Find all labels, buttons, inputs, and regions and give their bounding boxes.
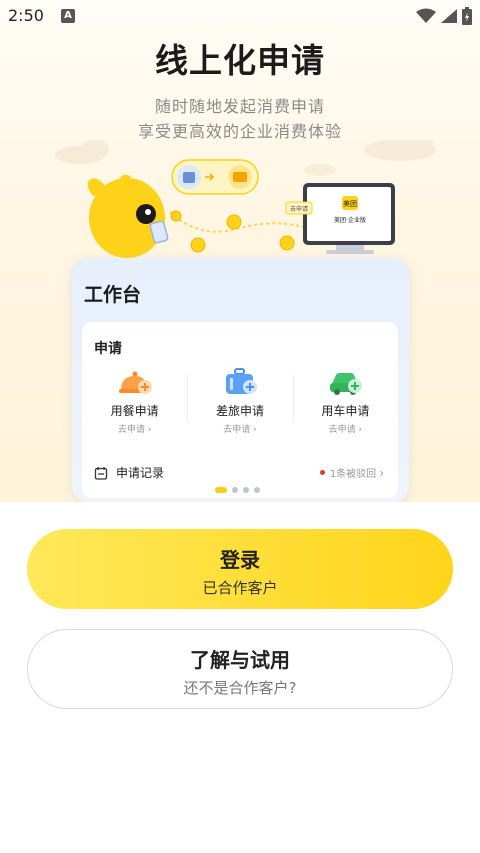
- page-title: 线上化申请: [155, 41, 325, 80]
- travel-apply-go[interactable]: 去申请 ›: [187, 422, 292, 435]
- meal-apply-item[interactable]: 用餐申请 去申请 ›: [82, 366, 187, 440]
- login-button[interactable]: 登录 已合作客户: [27, 529, 453, 609]
- monitor-icon: 美团 美团·企业版: [303, 183, 395, 254]
- apply-panel: 申请 用餐申请 去申请 › 差旅申请 去申请 › 用车申请 去申请 › 申请记录…: [82, 322, 398, 498]
- monitor-logo-text: 美团: [343, 199, 357, 208]
- pager-dot[interactable]: [243, 487, 249, 493]
- status-time: 2:50: [8, 6, 44, 25]
- cloud-left-icon: [55, 140, 109, 164]
- meal-bell-icon: [118, 371, 152, 394]
- hero-illustration: 美团 美团·企业版 去申请: [55, 140, 436, 258]
- pager-dot[interactable]: [232, 487, 238, 493]
- svg-text:去申请: 去申请: [290, 205, 308, 213]
- page-subtitle-2: 享受更高效的企业消费体验: [137, 122, 342, 141]
- pin-icon: [170, 210, 295, 253]
- reject-text: 1条被驳回: [329, 469, 377, 480]
- car-icon: [330, 373, 363, 395]
- chevron-right-icon: ›: [379, 465, 384, 480]
- flow-bubble: [171, 159, 259, 195]
- car-apply-item[interactable]: 用车申请 去申请 ›: [292, 366, 398, 440]
- status-icons: [416, 7, 472, 25]
- monitor-brand-text: 美团·企业版: [334, 216, 366, 224]
- apply-record-link[interactable]: 申请记录: [94, 464, 164, 481]
- trial-subtitle: 还不是合作客户?: [183, 679, 297, 697]
- notification-a-icon: A: [61, 9, 75, 23]
- signal-icon: [441, 9, 457, 23]
- workbench-title: 工作台: [84, 284, 142, 306]
- travel-suitcase-icon: [225, 368, 257, 394]
- calendar-icon: [94, 466, 108, 480]
- mascot-icon: [87, 174, 169, 258]
- page-subtitle-1: 随时随地发起消费申请: [154, 97, 325, 116]
- pager-dot[interactable]: [254, 487, 260, 493]
- car-apply-go[interactable]: 去申请 ›: [293, 422, 398, 435]
- apply-apps: 用餐申请 去申请 › 差旅申请 去申请 › 用车申请 去申请 ›: [82, 366, 398, 440]
- pager-dot[interactable]: [215, 487, 227, 493]
- reject-status[interactable]: 1条被驳回 ›: [319, 465, 384, 480]
- cloud-mid-icon: [304, 164, 336, 176]
- login-title: 登录: [220, 548, 260, 572]
- reject-dot-icon: [319, 470, 325, 475]
- battery-icon: [462, 7, 472, 25]
- cloud-right-icon: [364, 140, 436, 161]
- workbench-card: 工作台 申请 用餐申请 去申请 › 差旅申请 去申请 › 用车申请 去申请 › …: [72, 258, 409, 502]
- meal-apply-go[interactable]: 去申请 ›: [82, 422, 187, 435]
- carousel-pager: [215, 487, 260, 493]
- travel-apply-item[interactable]: 差旅申请 去申请 ›: [187, 366, 292, 440]
- status-bar: 2:50 A: [0, 0, 480, 32]
- travel-apply-label: 差旅申请: [215, 404, 264, 418]
- trial-title: 了解与试用: [190, 648, 290, 672]
- trial-button[interactable]: 了解与试用 还不是合作客户?: [27, 629, 453, 709]
- wifi-icon: [416, 8, 436, 23]
- hero-section: 2:50 A 线上化申请 随时随地发起消费申请 享受更高效的企业消费体验 美团 …: [0, 0, 480, 502]
- meal-apply-label: 用餐申请: [110, 404, 159, 418]
- apply-section-title: 申请: [94, 341, 122, 357]
- go-apply-tag: 去申请: [285, 201, 313, 215]
- car-apply-label: 用车申请: [321, 404, 370, 418]
- login-subtitle: 已合作客户: [202, 579, 278, 597]
- apply-record-label: 申请记录: [116, 466, 165, 480]
